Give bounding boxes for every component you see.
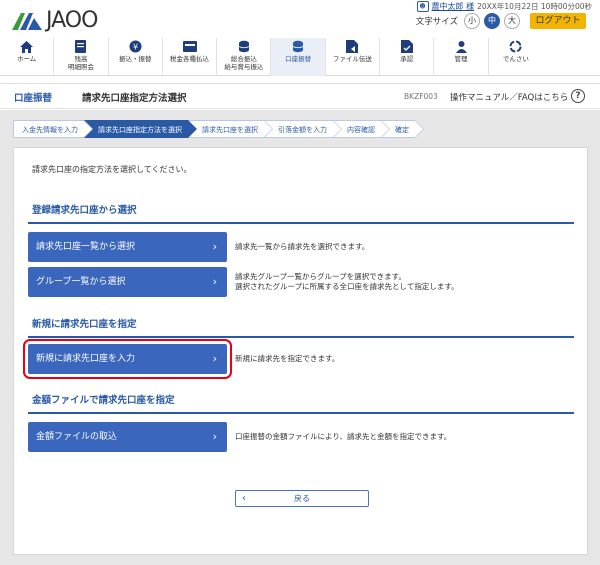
action-description: 口座振替の金額ファイルにより、請求先と金額を指定できます。	[235, 432, 452, 441]
page-title: 請求先口座指定方法選択	[82, 93, 187, 104]
section-heading-amount-file: 金額ファイルで請求先口座を指定	[28, 392, 574, 414]
import-amount-file-button[interactable]: 金額ファイルの取込 ›	[28, 422, 227, 452]
action-description: 新規に請求先を指定できます。	[235, 354, 340, 363]
font-size-selector: 文字サイズ 小 中 大 ログアウト	[416, 13, 586, 29]
ja-logo[interactable]: JAOO	[10, 8, 98, 33]
step-item: 入金先情報を入力	[13, 120, 93, 138]
home-icon	[20, 40, 34, 53]
login-datetime: 20XX年10月22日 10時00分00秒	[477, 2, 592, 11]
chevron-right-icon: ›	[212, 275, 217, 288]
page-category: 口座振替	[14, 93, 53, 104]
nav-label: 税金各種払込	[170, 55, 210, 63]
help-link[interactable]: 操作マニュアル／FAQはこちら	[450, 91, 568, 103]
section-heading-registered: 登録請求先口座から選択	[28, 202, 574, 224]
nav-file-transfer[interactable]: ファイル伝送	[326, 38, 381, 76]
user-name-link[interactable]: 農中太郎 様	[432, 1, 475, 12]
chevron-right-icon: ›	[212, 352, 217, 365]
font-size-medium-button[interactable]: 中	[484, 13, 500, 29]
action-description: 請求先一覧から請求先を選択できます。	[235, 242, 370, 251]
step-indicator: 入金先情報を入力 請求先口座指定方法を選択 請求先口座を選択 引落金額を入力 内…	[13, 120, 424, 138]
chevron-right-icon: ›	[212, 430, 217, 443]
nav-label: ファイル伝送	[332, 55, 372, 63]
nav-label: 管理	[454, 55, 468, 63]
screen-code: BKZF003	[404, 92, 438, 101]
font-size-small-button[interactable]: 小	[464, 13, 480, 29]
nav-balance[interactable]: 残高 明細照会	[54, 38, 109, 76]
font-size-large-button[interactable]: 大	[504, 13, 520, 29]
chevron-right-icon: ›	[212, 240, 217, 253]
button-label: 請求先口座一覧から選択	[36, 242, 136, 252]
nav-label: 口座振替	[285, 55, 312, 63]
nav-home[interactable]: ホーム	[0, 38, 55, 76]
nav-label: 振込・振替	[118, 55, 152, 63]
nav-label: ホーム	[16, 55, 37, 63]
ja-mark-icon	[12, 12, 42, 30]
select-from-group-list-button[interactable]: グループ一覧から選択 ›	[28, 267, 227, 297]
nav-label: 承認	[400, 55, 414, 63]
nav-tax[interactable]: 税金各種払込	[163, 38, 218, 76]
help-icon[interactable]: ?	[571, 89, 585, 103]
nav-admin[interactable]: 管理	[434, 38, 489, 76]
button-label: グループ一覧から選択	[36, 277, 126, 287]
chevron-left-icon: ‹	[242, 493, 246, 504]
step-item: 請求先口座を選択	[188, 120, 273, 138]
nav-approve[interactable]: 承認	[380, 38, 435, 76]
admin-icon	[454, 40, 468, 53]
payment-icon	[182, 40, 197, 53]
section-heading-new: 新規に請求先口座を指定	[28, 316, 574, 338]
nav-bulk-transfer[interactable]: 総合振込 給与賞与振込	[217, 38, 272, 76]
nav-label: でんさい	[502, 55, 529, 63]
action-description: 請求先グループ一覧からグループを選択できます。 選択されたグループに所属する全口…	[235, 272, 459, 291]
nav-label: 総合振込 給与賞与振込	[224, 55, 264, 71]
passbook-icon	[74, 40, 88, 53]
logout-button[interactable]: ログアウト	[530, 13, 586, 29]
main-panel: 請求先口座の指定方法を選択してください。 登録請求先口座から選択 請求先口座一覧…	[13, 147, 588, 555]
yen-icon: ¥	[128, 40, 142, 53]
svg-text:¥: ¥	[133, 43, 138, 52]
user-icon: ☻	[416, 1, 429, 12]
nav-account-transfer[interactable]: 口座振替	[271, 38, 326, 76]
nav-densai[interactable]: でんさい	[489, 38, 543, 76]
back-label: 戻る	[294, 494, 310, 503]
back-button[interactable]: ‹ 戻る	[235, 490, 369, 507]
densai-icon	[509, 40, 523, 53]
logo-text: JAOO	[46, 8, 98, 33]
select-from-payer-list-button[interactable]: 請求先口座一覧から選択 ›	[28, 232, 227, 262]
transfer-icon	[291, 40, 305, 53]
button-label: 金額ファイルの取込	[36, 432, 118, 442]
instruction-text: 請求先口座の指定方法を選択してください。	[32, 165, 192, 174]
step-item-current: 請求先口座指定方法を選択	[84, 120, 197, 138]
step-item: 引落金額を入力	[264, 120, 342, 138]
font-size-label: 文字サイズ	[415, 17, 458, 27]
coins-icon	[237, 40, 251, 53]
page-title-bar: 口座振替 請求先口座指定方法選択 BKZF003 操作マニュアル／FAQはこちら…	[0, 83, 600, 109]
file-icon	[345, 40, 359, 53]
header: JAOO ☻ 農中太郎 様 20XX年10月22日 10時00分00秒 文字サイ…	[0, 0, 600, 38]
nav-label: 残高 明細照会	[67, 55, 94, 71]
enter-new-payer-button[interactable]: 新規に請求先口座を入力 ›	[23, 339, 232, 379]
global-nav: ホーム 残高 明細照会 ¥ 振込・振替 税金各種払込 総合振込 給与賞与振込 口…	[0, 38, 600, 76]
nav-transfer[interactable]: ¥ 振込・振替	[109, 38, 163, 76]
user-info: ☻ 農中太郎 様 20XX年10月22日 10時00分00秒	[416, 1, 592, 12]
approve-icon	[400, 40, 414, 53]
button-label: 新規に請求先口座を入力	[36, 354, 136, 364]
